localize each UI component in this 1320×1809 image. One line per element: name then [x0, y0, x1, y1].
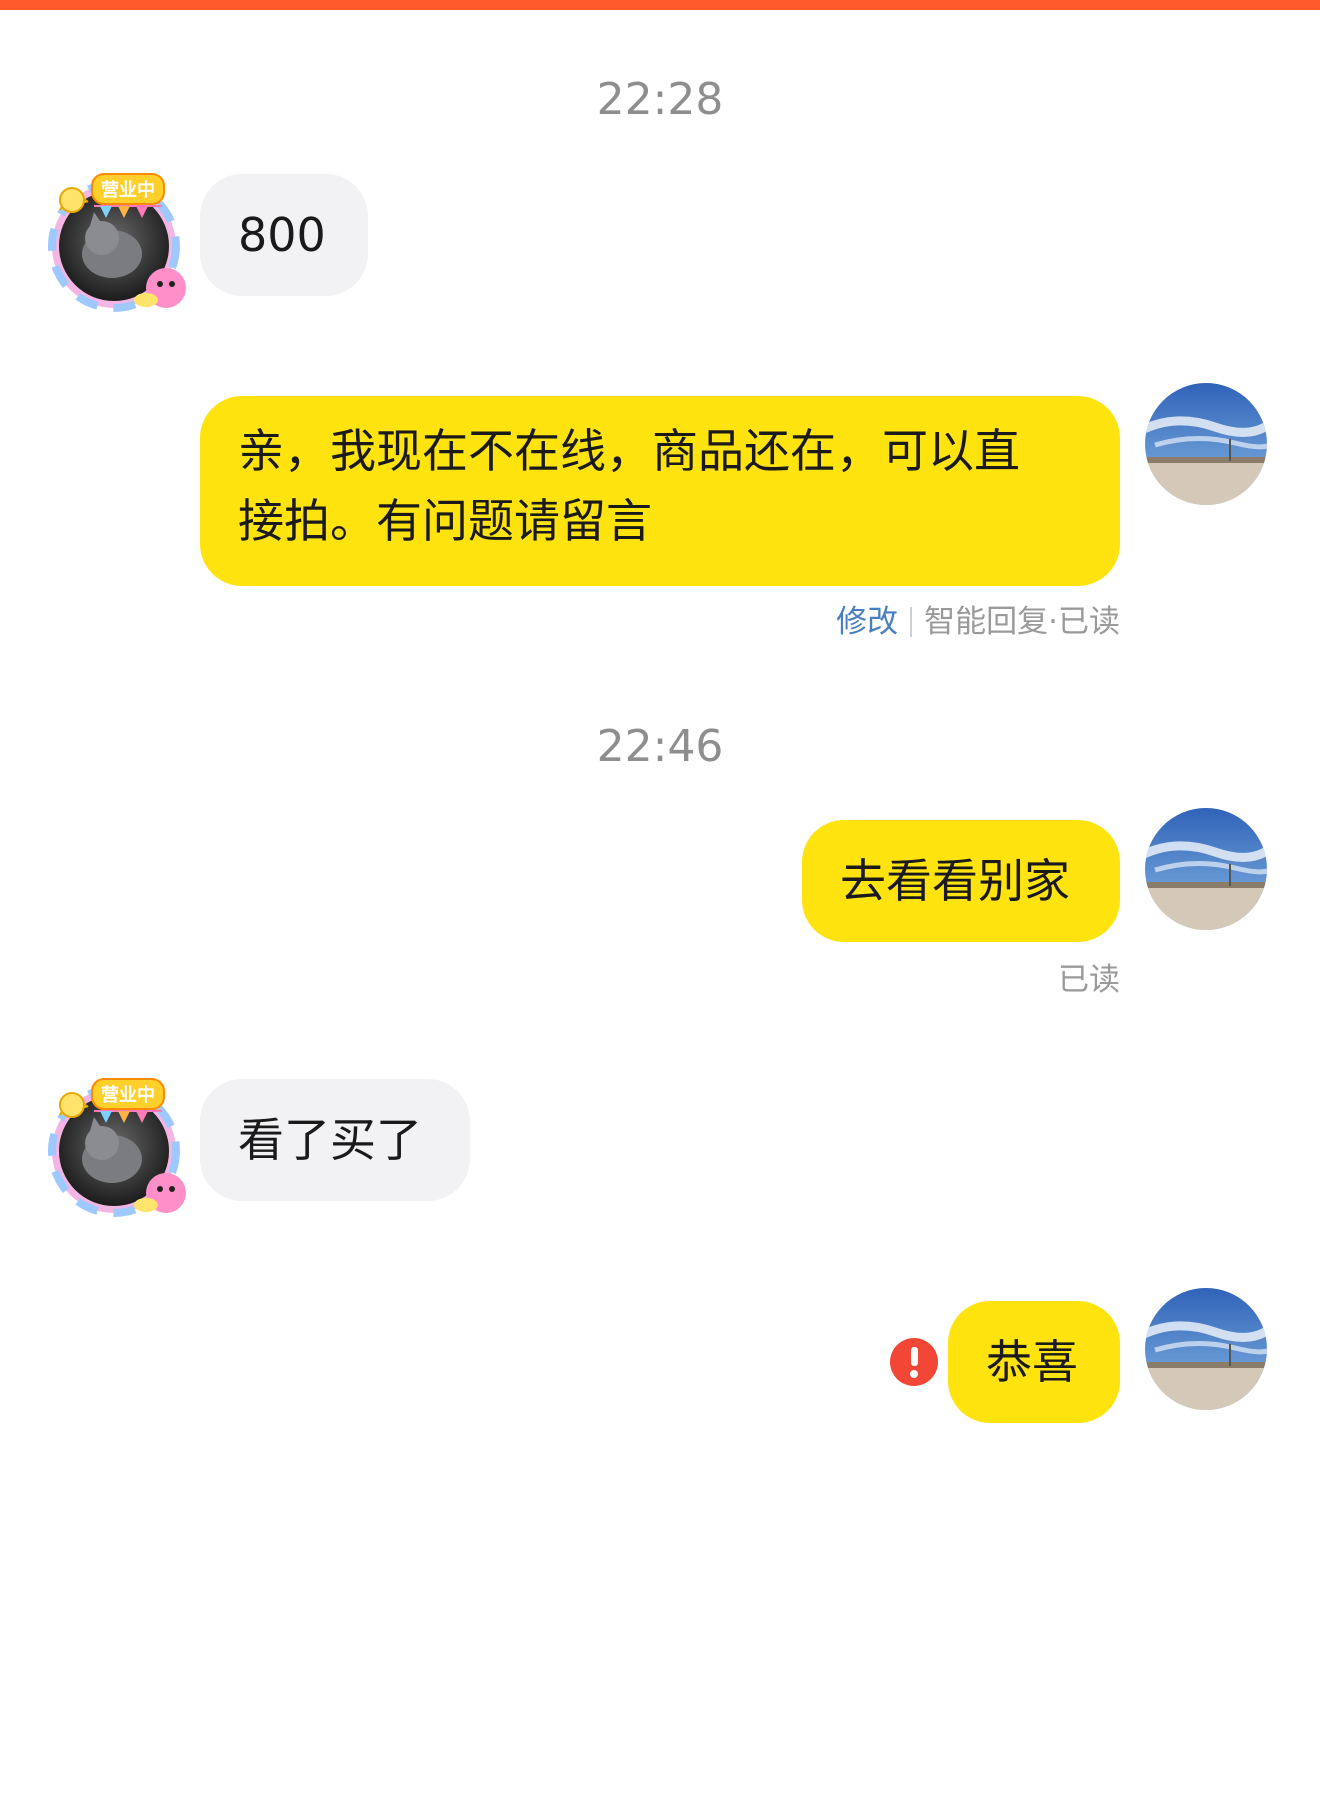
message-text: 800 — [238, 208, 326, 262]
top-accent-bar — [0, 0, 1320, 10]
auto-reply-read-status: 智能回复·已读 — [924, 604, 1120, 640]
message-status-row: 修改 智能回复·已读 — [836, 607, 1120, 638]
outgoing-message-bubble[interactable]: 亲，我现在不在线，商品还在，可以直 接拍。有问题请留言 — [200, 396, 1120, 586]
outgoing-message-bubble[interactable]: 恭喜 — [948, 1301, 1120, 1423]
my-avatar[interactable] — [1145, 808, 1267, 930]
my-avatar[interactable] — [1145, 1288, 1267, 1410]
divider — [910, 607, 913, 637]
incoming-message-bubble[interactable]: 看了买了 — [200, 1079, 470, 1201]
my-avatar[interactable] — [1145, 383, 1267, 505]
open-badge-text: 营业中 — [101, 179, 155, 201]
send-failed-icon[interactable] — [890, 1338, 938, 1386]
seller-avatar[interactable]: 营业中 — [42, 1073, 192, 1223]
incoming-message-bubble[interactable]: 800 — [200, 174, 368, 296]
seller-avatar[interactable]: 营业中 — [42, 168, 192, 318]
message-text-line: 接拍。有问题请留言 — [238, 494, 652, 548]
timestamp: 22:28 — [596, 74, 724, 125]
read-status: 已读 — [1058, 962, 1120, 998]
message-text: 去看看别家 — [840, 854, 1070, 908]
message-text: 看了买了 — [238, 1113, 422, 1167]
message-text: 恭喜 — [986, 1335, 1078, 1389]
edit-link[interactable]: 修改 — [836, 604, 898, 640]
outgoing-message-bubble[interactable]: 去看看别家 — [802, 820, 1120, 942]
message-text-line: 亲，我现在不在线，商品还在，可以直 — [238, 424, 1020, 478]
open-badge-text: 营业中 — [101, 1084, 155, 1106]
timestamp: 22:46 — [596, 721, 724, 772]
